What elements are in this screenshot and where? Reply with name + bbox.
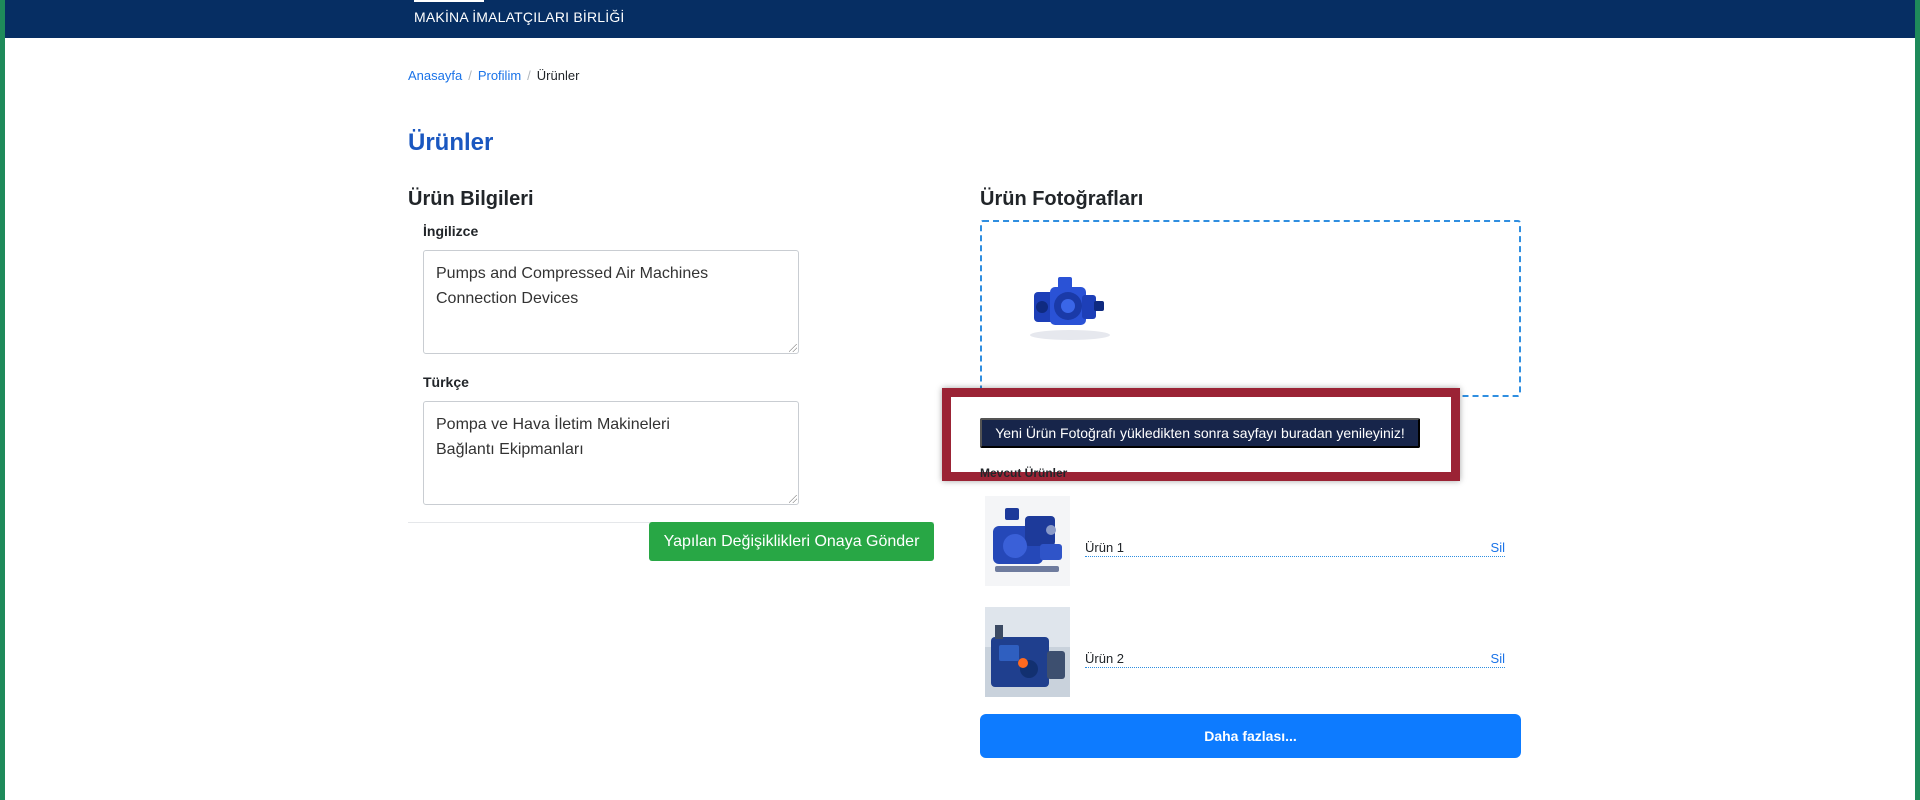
product-2-delete-link[interactable]: Sil: [1491, 651, 1505, 666]
breadcrumb: Anasayfa / Profilim / Ürünler: [408, 68, 579, 83]
product-2-name: Ürün 2: [1085, 651, 1125, 666]
top-navbar: MAKİNA İMALATÇILARI BİRLİĞİ: [5, 0, 1915, 38]
english-label: İngilizce: [423, 223, 479, 239]
product-1-delete-link[interactable]: Sil: [1491, 540, 1505, 555]
english-textarea[interactable]: Pumps and Compressed Air Machines Connec…: [423, 250, 799, 354]
breadcrumb-current: Ürünler: [536, 68, 580, 83]
load-more-button[interactable]: Daha fazlası...: [980, 714, 1521, 758]
product-1-divider: [1085, 556, 1505, 557]
brand-logo-text[interactable]: MAKİNA İMALATÇILARI BİRLİĞİ: [414, 9, 625, 25]
product-2-divider: [1085, 667, 1505, 668]
breadcrumb-home-link[interactable]: Anasayfa: [408, 68, 462, 83]
product-1-thumbnail[interactable]: [985, 496, 1070, 586]
turkish-textarea[interactable]: Pompa ve Hava İletim Makineleri Bağlantı…: [423, 401, 799, 505]
product-list-item: Ürün 2 Sil: [985, 607, 1505, 697]
turkish-label: Türkçe: [423, 374, 469, 390]
product-info-title: Ürün Bilgileri: [408, 188, 534, 210]
page-title: Ürünler: [408, 129, 494, 156]
existing-products-label: Mevcut Ürünler: [980, 466, 1068, 480]
pump-photo-thumbnail: [1030, 277, 1110, 340]
submit-changes-button[interactable]: Yapılan Değişiklikleri Onaya Gönder: [649, 522, 934, 561]
product-1-name: Ürün 1: [1085, 540, 1125, 555]
breadcrumb-profile-link[interactable]: Profilim: [478, 68, 521, 83]
photo-dropzone[interactable]: [980, 220, 1521, 397]
product-list-item: Ürün 1 Sil: [985, 496, 1505, 586]
product-photos-title: Ürün Fotoğrafları: [980, 188, 1144, 210]
refresh-page-button[interactable]: Yeni Ürün Fotoğrafı yükledikten sonra sa…: [980, 418, 1420, 448]
logo-top-line: [414, 0, 484, 2]
breadcrumb-separator: /: [527, 68, 531, 83]
breadcrumb-separator: /: [468, 68, 472, 83]
product-2-thumbnail[interactable]: [985, 607, 1070, 697]
